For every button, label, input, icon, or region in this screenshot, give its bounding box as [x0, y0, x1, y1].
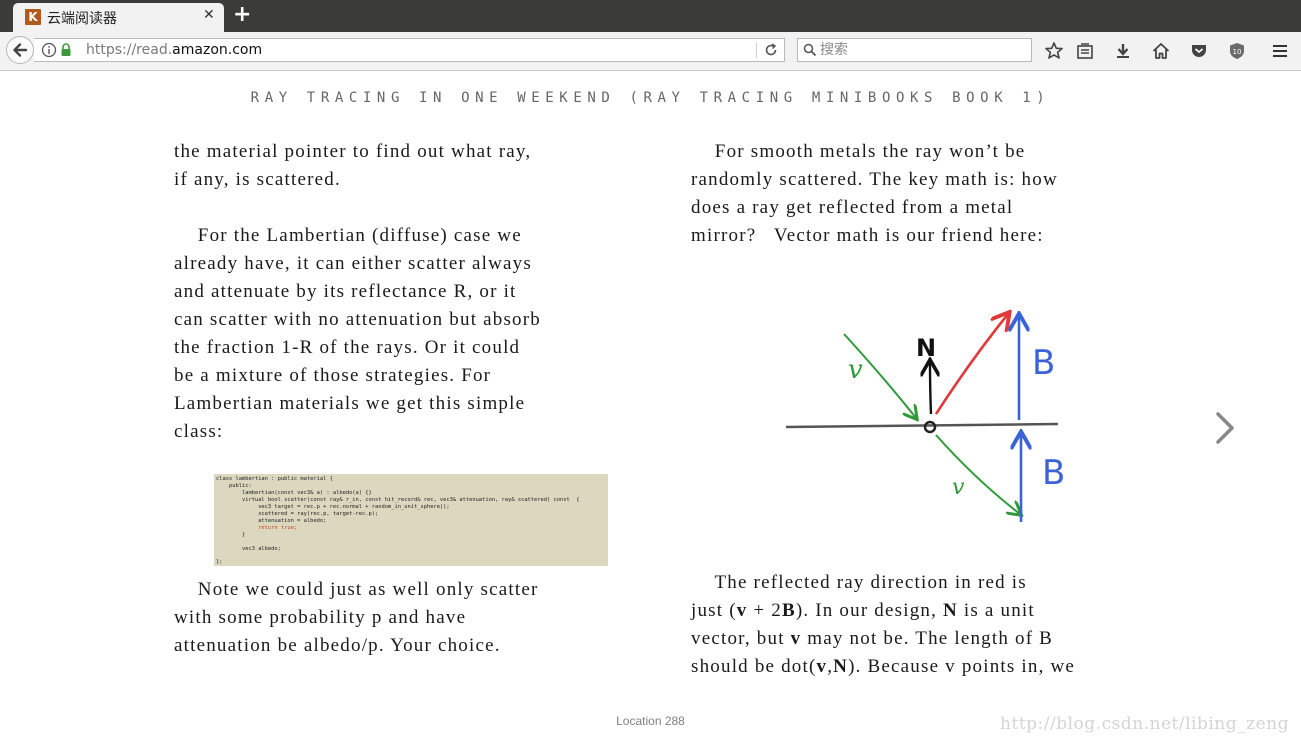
url-text[interactable]: https://read.amazon.com	[86, 42, 262, 58]
text-line: Lambertian materials we get this simple	[174, 393, 526, 414]
back-button[interactable]	[6, 36, 34, 64]
download-icon[interactable]	[1113, 41, 1133, 61]
pocket-icon[interactable]	[1189, 41, 1209, 61]
bold-n: N	[833, 656, 849, 677]
code-line: virtual bool scatter(const ray& r_in, co…	[216, 497, 580, 503]
code-line: };	[216, 559, 223, 565]
url-divider	[756, 42, 757, 58]
label-v: v	[848, 355, 863, 385]
tab-strip: K 云端阅读器 ✕ +	[0, 0, 1301, 32]
text-span: vector, but	[691, 628, 791, 649]
text-line: the fraction 1-R of the rays. Or it coul…	[174, 337, 521, 358]
menu-icon[interactable]	[1270, 41, 1290, 61]
text-span: should be dot(	[691, 656, 817, 677]
text-line: For the Lambertian (diffuse) case we	[174, 225, 522, 246]
text-line: vector, but v may not be. The length of …	[691, 625, 1151, 653]
code-snippet-image: class lambertian : public material { pub…	[214, 474, 608, 566]
text-line: already have, it can either scatter alwa…	[174, 253, 532, 274]
paragraph: For smooth metals the ray won’t be rando…	[691, 138, 1141, 250]
search-bar[interactable]	[797, 38, 1032, 62]
text-line: with some probability p and have	[174, 607, 467, 628]
hit-point	[923, 420, 937, 434]
info-icon[interactable]	[41, 42, 57, 58]
watermark: http://blog.csdn.net/libing_zeng	[1000, 714, 1289, 734]
text-line: be a mixture of those strategies. For	[174, 365, 492, 386]
close-tab-icon[interactable]: ✕	[203, 7, 215, 23]
search-icon	[803, 43, 817, 57]
text-line: if any, is scattered.	[174, 169, 341, 190]
text-line: randomly scattered. The key math is: how	[691, 169, 1058, 190]
ublock-shield-icon[interactable]: 10	[1227, 41, 1247, 61]
label-b-bottom: B	[1042, 453, 1065, 493]
label-v-out: v	[952, 475, 965, 500]
next-page-chevron-icon[interactable]	[1210, 408, 1240, 448]
tab-active[interactable]: K 云端阅读器 ✕	[13, 3, 224, 32]
home-icon[interactable]	[1151, 41, 1171, 61]
surface-line	[785, 422, 1059, 429]
paragraph: For the Lambertian (diffuse) case we alr…	[174, 222, 624, 446]
label-b-top: B	[1032, 343, 1055, 383]
bold-v: v	[816, 656, 828, 677]
code-line: }	[216, 532, 246, 538]
bold-v: v	[790, 628, 802, 649]
right-column-continued: The reflected ray direction in red is ju…	[691, 569, 1151, 681]
bold-v: v	[736, 600, 748, 621]
text-span: + 2	[747, 600, 782, 621]
search-input[interactable]	[820, 41, 1025, 59]
bold-b: B	[781, 600, 796, 621]
kindle-favicon-icon: K	[25, 9, 41, 25]
text-line: attenuation be albedo/p. Your choice.	[174, 635, 501, 656]
text-line: For smooth metals the ray won’t be	[691, 141, 1026, 162]
reload-icon[interactable]	[763, 42, 779, 58]
book-title: RAY TRACING IN ONE WEEKEND (RAY TRACING …	[250, 90, 1051, 106]
svg-text:10: 10	[1233, 48, 1242, 56]
text-line: just (v + 2B). In our design, N is a uni…	[691, 597, 1151, 625]
transmitted-v-arrow	[935, 434, 1020, 514]
bold-n: N	[943, 600, 958, 621]
bookmark-star-icon[interactable]	[1044, 41, 1064, 61]
bookmarks-library-icon[interactable]	[1075, 41, 1095, 61]
normal-arrow	[930, 362, 931, 415]
address-bar[interactable]: https://read.amazon.com	[34, 38, 785, 62]
code-line: vec3 albedo;	[216, 546, 281, 552]
code-line: attenuation = albedo;	[216, 518, 327, 524]
paragraph: Note we could just as well only scatter …	[174, 576, 624, 660]
code-line: public:	[216, 483, 252, 489]
code-line: scattered = ray(rec.p, target-rec.p);	[216, 511, 379, 517]
text-line: does a ray get reflected from a metal	[691, 197, 1014, 218]
text-span: may not be. The length of B	[801, 628, 1054, 649]
text-line: mirror? Vector math is our friend here:	[691, 225, 1044, 246]
left-column-continued: Note we could just as well only scatter …	[174, 576, 624, 660]
text-line: The reflected ray direction in red is	[691, 572, 1027, 593]
text-line: can scatter with no attenuation but abso…	[174, 309, 541, 330]
tab-title: 云端阅读器	[47, 11, 117, 27]
code-line: lambertian(const vec3& a) : albedo(a) {}	[216, 490, 372, 496]
back-arrow-icon	[13, 43, 28, 57]
url-domain: amazon.com	[172, 42, 263, 58]
text-line: the material pointer to find out what ra…	[174, 141, 532, 162]
left-column: the material pointer to find out what ra…	[174, 138, 624, 446]
code-line: return true;	[216, 525, 298, 531]
code-line: vec3 target = rec.p + rec.normal + rando…	[216, 504, 450, 510]
text-line: should be dot(v,N). Because v points in,…	[691, 653, 1151, 681]
text-span: just (	[691, 600, 737, 621]
text-span: ). Because v points in, we	[848, 656, 1076, 677]
new-tab-button[interactable]: +	[233, 2, 251, 28]
nav-toolbar: https://read.amazon.com 10	[0, 32, 1301, 71]
text-line: class:	[174, 421, 224, 442]
lock-icon	[61, 43, 71, 56]
url-prefix: https://read.	[86, 42, 173, 58]
reflection-diagram: v N B v B	[785, 300, 1065, 522]
code-line: class lambertian : public material {	[216, 476, 333, 482]
right-column: For smooth metals the ray won’t be rando…	[691, 138, 1141, 250]
text-span: is a unit	[957, 600, 1035, 621]
paragraph: the material pointer to find out what ra…	[174, 138, 624, 194]
text-line: Note we could just as well only scatter	[174, 579, 539, 600]
text-span: ). In our design,	[795, 600, 944, 621]
label-n: N	[916, 334, 936, 362]
text-line: and attenuate by its reflectance R, or i…	[174, 281, 517, 302]
reflected-ray-arrow	[934, 314, 1008, 415]
